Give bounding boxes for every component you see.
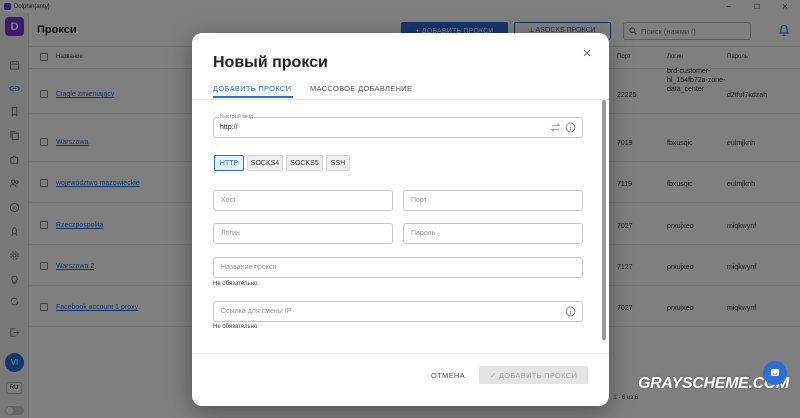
proxy-name-field[interactable]: Название прокси	[213, 257, 583, 278]
info-icon[interactable]	[565, 306, 576, 317]
proxy-name-placeholder: Название прокси	[221, 264, 277, 271]
proxy-name-helper: Не обязательно	[213, 281, 258, 287]
port-placeholder: Порт	[411, 197, 427, 204]
quick-input-value: http://	[220, 124, 238, 131]
change-ip-url-field[interactable]: Ссылка для смены IP	[213, 301, 583, 322]
type-socks5-chip[interactable]: SOCKS5	[286, 155, 323, 171]
password-field[interactable]: Пароль	[403, 223, 583, 244]
swap-icon[interactable]	[550, 122, 561, 133]
active-tab-indicator	[213, 96, 293, 98]
change-ip-placeholder: Ссылка для смены IP	[221, 308, 292, 315]
new-proxy-dialog: Новый прокси ✕ ДОБАВИТЬ ПРОКСИ МАССОВОЕ …	[192, 33, 609, 406]
quick-input-field[interactable]: Быстрый ввод http://	[213, 114, 583, 138]
type-ssh-chip[interactable]: SSH	[326, 155, 350, 171]
add-proxy-submit-button[interactable]: ✓ ДОБАВИТЬ ПРОКСИ	[479, 366, 588, 384]
dialog-title: Новый прокси	[213, 54, 328, 71]
cancel-button[interactable]: ОТМЕНА	[428, 367, 468, 383]
tab-bulk-add[interactable]: МАССОВОЕ ДОБАВЛЕНИЕ	[310, 84, 412, 93]
tab-add-proxy[interactable]: ДОБАВИТЬ ПРОКСИ	[213, 84, 291, 93]
footer-divider	[192, 353, 609, 354]
port-field[interactable]: Порт	[403, 190, 583, 211]
info-icon[interactable]	[565, 122, 576, 133]
chat-icon	[771, 369, 779, 376]
change-ip-helper: Не обязательно	[213, 324, 258, 330]
login-field[interactable]: Логин	[213, 223, 393, 244]
host-placeholder: Хост	[221, 197, 237, 204]
quick-input-label: Быстрый ввод	[219, 114, 255, 120]
type-http-chip[interactable]: HTTP	[214, 155, 244, 171]
login-placeholder: Логин	[221, 230, 240, 237]
host-field[interactable]: Хост	[213, 190, 393, 211]
close-icon[interactable]: ✕	[581, 47, 593, 60]
tabs-divider	[192, 99, 609, 100]
password-placeholder: Пароль	[411, 230, 436, 237]
type-socks4-chip[interactable]: SOCKS4	[247, 155, 283, 171]
dialog-scrollbar-thumb[interactable]	[602, 100, 606, 340]
chat-support-button[interactable]	[763, 361, 787, 385]
